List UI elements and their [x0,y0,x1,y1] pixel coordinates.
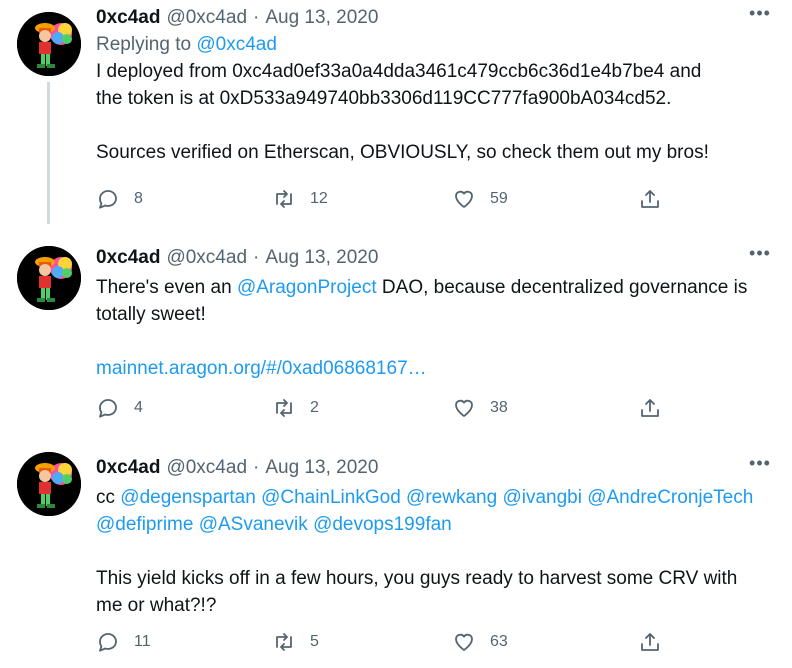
reply-count: 11 [134,633,151,650]
avatar-image [17,452,81,516]
tweet-line: cc @degenspartan @ChainLinkGod @rewkang … [96,484,772,511]
tweet-actions: 8 12 59 [96,187,676,215]
tweet-text-segment: There's even an [96,277,237,298]
reply-count: 4 [134,399,143,416]
like-button[interactable]: 38 [452,396,508,420]
tweet-2[interactable]: 0xc4ad @0xc4ad · Aug 13, 2020 ••• There'… [0,224,792,434]
more-dots-icon: ••• [749,3,771,23]
mention-link[interactable]: @degenspartan [120,487,256,508]
separator-dot: · [253,457,260,478]
replying-to-label: Replying to [96,34,197,55]
tweet-text: cc @degenspartan @ChainLinkGod @rewkang … [96,484,772,619]
tweet-text: I deployed from 0xc4ad0ef33a0a4dda3461c4… [96,58,772,166]
thread-line [47,82,50,224]
share-upload-icon [641,633,659,651]
tweet-line: the token is at 0xD533a949740bb3306d119C… [96,88,672,109]
tweet-line: Sources verified on Etherscan, OBVIOUSLY… [96,142,709,163]
more-options-button[interactable]: ••• [748,453,772,480]
mention-link[interactable]: @ASvanevik [199,514,308,535]
tweet-line: I deployed from 0xc4ad0ef33a0a4dda3461c4… [96,61,702,82]
avatar-image [17,246,81,310]
replying-to-mention[interactable]: @0xc4ad [196,34,277,55]
reply-count: 8 [134,190,143,207]
separator-dot: · [253,7,260,28]
author-name[interactable]: 0xc4ad [96,246,160,270]
mention-link[interactable]: @ivangbi [502,487,582,508]
share-button[interactable] [638,396,662,420]
author-name[interactable]: 0xc4ad [96,6,160,30]
more-dots-icon: ••• [749,243,771,263]
retweet-arrows-icon [276,190,292,208]
heart-icon [455,633,473,651]
reply-bubble-icon [99,633,117,652]
tweet-date[interactable]: Aug 13, 2020 [265,246,378,270]
mention-link[interactable]: @ChainLinkGod [261,487,401,508]
tweet-line: This yield kicks off in a few hours, you… [96,568,738,589]
tweet-line: @defiprime @ASvanevik @devops199fan [96,511,772,538]
tweet-header: 0xc4ad @0xc4ad · Aug 13, 2020 [96,6,772,30]
share-button[interactable] [638,630,662,654]
share-upload-icon [641,190,659,208]
separator-dot: · [253,247,260,268]
like-count: 59 [490,190,508,207]
avatar[interactable] [17,452,81,516]
like-count: 38 [490,399,508,416]
retweet-arrows-icon [276,399,292,417]
share-upload-icon [641,399,659,417]
author-handle[interactable]: @0xc4ad [166,456,247,480]
like-count: 63 [490,633,508,650]
mention-link[interactable]: @rewkang [406,487,497,508]
author-handle[interactable]: @0xc4ad [166,6,247,30]
tweet-date[interactable]: Aug 13, 2020 [265,6,378,30]
tweet-1[interactable]: 0xc4ad @0xc4ad · Aug 13, 2020 ••• Replyi… [0,0,792,224]
retweet-count: 2 [310,399,319,416]
avatar[interactable] [17,246,81,310]
mention-link[interactable]: @AndreCronjeTech [587,487,753,508]
more-dots-icon: ••• [749,453,771,473]
mention-link[interactable]: @devops199fan [313,514,452,535]
mention-link[interactable]: @defiprime [96,514,193,535]
reply-button[interactable]: 4 [96,396,143,420]
retweet-count: 12 [310,190,328,207]
heart-icon [455,399,473,417]
tweet-3[interactable]: 0xc4ad @0xc4ad · Aug 13, 2020 ••• cc @de… [0,434,792,668]
more-options-button[interactable]: ••• [748,243,772,270]
heart-icon [455,190,473,208]
reply-button[interactable]: 8 [96,187,143,211]
author-name[interactable]: 0xc4ad [96,456,160,480]
tweet-header: 0xc4ad @0xc4ad · Aug 13, 2020 [96,456,772,480]
retweet-button[interactable]: 2 [272,396,319,420]
tweet-actions: 11 5 63 [96,630,676,658]
tweet-text: There's even an @AragonProject DAO, beca… [96,274,772,382]
more-options-button[interactable]: ••• [748,3,772,30]
author-handle[interactable]: @0xc4ad [166,246,247,270]
tweet-line: me or what?!? [96,595,217,616]
tweet-text-segment: DAO, because decentralized governance is [376,277,748,298]
tweet-line: totally sweet! [96,304,206,325]
cc-label: cc [96,487,121,508]
retweet-count: 5 [310,633,319,650]
like-button[interactable]: 59 [452,187,508,211]
avatar[interactable] [17,12,81,76]
retweet-button[interactable]: 12 [272,187,328,211]
like-button[interactable]: 63 [452,630,508,654]
tweet-date[interactable]: Aug 13, 2020 [265,456,378,480]
tweet-actions: 4 2 38 [96,396,676,424]
retweet-arrows-icon [276,633,292,651]
url-link[interactable]: mainnet.aragon.org/#/0xad06868167… [96,355,772,382]
reply-button[interactable]: 11 [96,630,151,654]
mention-link[interactable]: @AragonProject [237,277,377,298]
tweet-line: There's even an @AragonProject DAO, beca… [96,274,772,301]
reply-bubble-icon [99,190,117,209]
replying-to: Replying to @0xc4ad [96,32,772,58]
tweet-header: 0xc4ad @0xc4ad · Aug 13, 2020 [96,246,772,270]
share-button[interactable] [638,187,662,211]
avatar-image [17,12,81,76]
reply-bubble-icon [99,399,117,418]
retweet-button[interactable]: 5 [272,630,319,654]
